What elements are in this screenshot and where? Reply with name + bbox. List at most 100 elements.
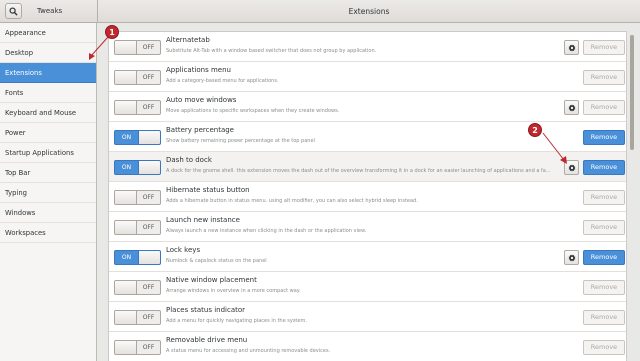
extension-remove-button[interactable]: Remove [583,40,625,55]
sidebar-item-workspaces[interactable]: Workspaces [0,223,96,243]
gear-icon [568,103,575,112]
toggle-state-label: OFF [142,104,155,111]
toggle-knob [115,71,137,84]
extension-remove-button[interactable]: Remove [583,310,625,325]
extension-toggle[interactable]: ON [114,160,161,175]
extension-description: A status menu for accessing and unmounti… [166,348,331,354]
extension-toggle[interactable]: OFF [114,70,161,85]
toggle-knob [115,311,137,324]
sidebar-item-typing[interactable]: Typing [0,183,96,203]
extension-name: Lock keys [166,246,201,254]
extension-row-native-window-placement: OFF Native window placement Arrange window… [109,272,626,302]
extension-description: Arrange windows in overview in a more co… [166,288,301,294]
toggle-state-label: ON [121,164,132,171]
extension-toggle[interactable]: OFF [114,100,161,115]
extension-description: Adds a hibernate button in status menu. … [166,198,418,204]
extension-settings-button[interactable] [564,100,579,115]
app-title: Tweaks [37,7,63,15]
extension-remove-button[interactable]: Remove [583,340,625,355]
sidebar-item-desktop[interactable]: Desktop [0,43,96,63]
extension-remove-button[interactable]: Remove [583,100,625,115]
extensions-panel: OFF Alternatetab Substitute Alt-Tab with a… [98,23,640,361]
toggle-knob [138,251,160,264]
extension-remove-button[interactable]: Remove [583,220,625,235]
toggle-state-label: OFF [142,284,155,291]
toggle-state-label: OFF [142,224,155,231]
extension-settings-button[interactable] [564,250,579,265]
toggle-knob [115,221,137,234]
extension-name: Launch new instance [166,216,240,224]
extension-row-hibernate-status-button: OFF Hibernate status button Adds a hiberna… [109,182,626,212]
extension-name: Auto move windows [166,96,237,104]
toggle-state-label: OFF [142,44,155,51]
scrollbar-thumb[interactable] [630,35,634,150]
extension-row-applications-menu: OFF Applications menu Add a category-based… [109,62,626,92]
extension-description: Show battery remaining power percentage … [166,138,315,144]
extension-row-launch-new-instance: OFF Launch new instance Always launch a ne… [109,212,626,242]
toggle-state-label: ON [121,134,132,141]
sidebar-item-extensions[interactable]: Extensions [0,63,96,83]
extension-name: Applications menu [166,66,231,74]
sidebar-item-startup-applications[interactable]: Startup Applications [0,143,96,163]
extension-row-lock-keys: ON Lock keys Numlock & capslock status on … [109,242,626,272]
extension-name: Native window placement [166,276,257,284]
extension-toggle[interactable]: OFF [114,280,161,295]
extension-description: Numlock & capslock status on the panel [166,258,267,264]
extension-toggle[interactable]: OFF [114,340,161,355]
toggle-state-label: OFF [142,344,155,351]
extension-name: Battery percentage [166,126,234,134]
extension-toggle[interactable]: OFF [114,220,161,235]
annotation-badge-2: 2 [528,123,542,137]
annotation-badge-1: 1 [105,25,119,39]
extension-remove-button[interactable]: Remove [583,190,625,205]
extension-remove-button[interactable]: Remove [583,160,625,175]
extension-row-dash-to-dock: ON Dash to dock A dock for the gnome shell… [109,152,626,182]
extension-settings-button[interactable] [564,160,579,175]
toggle-state-label: OFF [142,194,155,201]
extension-row-auto-move-windows: OFF Auto move windows Move applications to… [109,92,626,122]
gear-icon [568,163,575,172]
extension-remove-button[interactable]: Remove [583,250,625,265]
extension-name: Hibernate status button [166,186,250,194]
extension-list: OFF Alternatetab Substitute Alt-Tab with a… [108,31,627,361]
toggle-knob [115,191,137,204]
extension-remove-button[interactable]: Remove [583,130,625,145]
toggle-state-label: ON [121,254,132,261]
extension-remove-button[interactable]: Remove [583,70,625,85]
toggle-knob [115,101,137,114]
sidebar: Appearance Desktop Extensions Fonts Keyb… [0,23,97,361]
sidebar-item-top-bar[interactable]: Top Bar [0,163,96,183]
extension-name: Alternatetab [166,36,210,44]
extension-toggle[interactable]: ON [114,250,161,265]
toggle-state-label: OFF [142,314,155,321]
extension-row-alternatetab: OFF Alternatetab Substitute Alt-Tab with a… [109,32,626,62]
sidebar-item-appearance[interactable]: Appearance [0,23,96,43]
extension-description: Always launch a new instance when clicki… [166,228,367,234]
page-title: Extensions [348,7,390,16]
sidebar-item-windows[interactable]: Windows [0,203,96,223]
extension-toggle[interactable]: OFF [114,190,161,205]
sidebar-item-fonts[interactable]: Fonts [0,83,96,103]
extension-toggle[interactable]: OFF [114,310,161,325]
sidebar-item-keyboard-and-mouse[interactable]: Keyboard and Mouse [0,103,96,123]
extension-settings-button[interactable] [564,40,579,55]
gear-icon [568,253,575,262]
header-bar: Tweaks Extensions [0,0,640,23]
extension-row-removable-drive-menu: OFF Removable drive menu A status menu for… [109,332,626,361]
toggle-knob [138,131,160,144]
search-button[interactable] [5,3,22,19]
extension-remove-button[interactable]: Remove [583,280,625,295]
extension-name: Removable drive menu [166,336,248,344]
toggle-knob [115,41,137,54]
extension-toggle[interactable]: ON [114,130,161,145]
extension-description: Add a category-based menu for applicatio… [166,78,279,84]
extension-toggle[interactable]: OFF [114,40,161,55]
sidebar-item-power[interactable]: Power [0,123,96,143]
toggle-knob [138,161,160,174]
extension-row-places-status-indicator: OFF Places status indicator Add a menu for… [109,302,626,332]
scrollbar[interactable] [629,31,635,331]
extension-description: A dock for the gnome shell. this extensi… [166,168,551,174]
toggle-state-label: OFF [142,74,155,81]
extension-name: Dash to dock [166,156,212,164]
toggle-knob [115,341,137,354]
